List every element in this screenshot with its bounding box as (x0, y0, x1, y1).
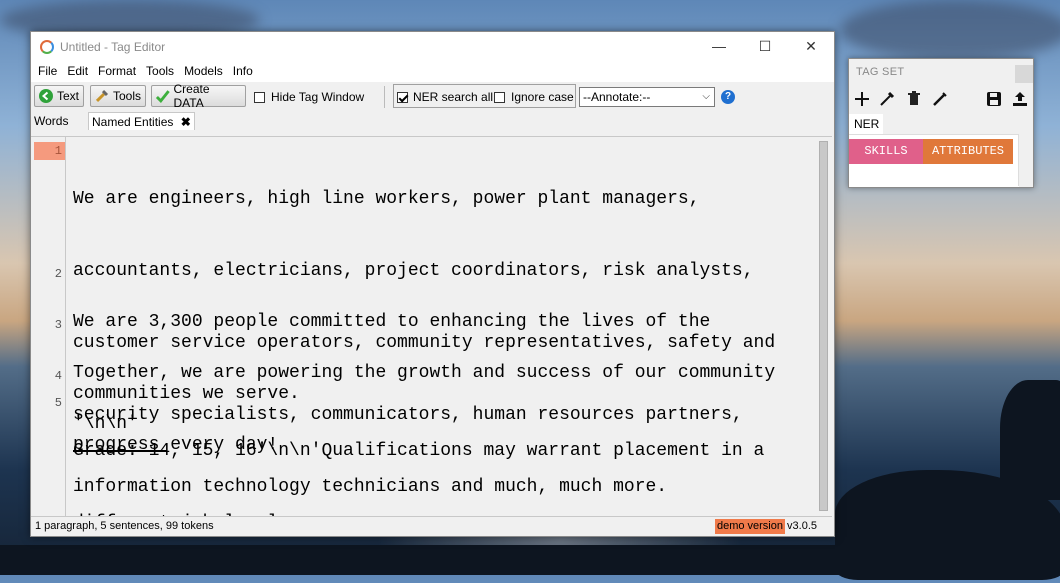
close-button[interactable]: ✕ (788, 32, 834, 60)
menu-format[interactable]: Format (93, 64, 141, 78)
add-icon[interactable] (853, 90, 871, 108)
ignore-case-box[interactable] (494, 91, 505, 103)
tag-skills[interactable]: SKILLS (849, 139, 923, 164)
vertical-scrollbar[interactable] (819, 141, 828, 511)
tools-button[interactable]: Tools (90, 85, 146, 107)
status-summary: 1 paragraph, 5 sentences, 99 tokens (35, 520, 214, 532)
create-data-label: Create DATA (173, 82, 210, 110)
hide-tag-window-box[interactable] (254, 91, 265, 103)
text-line: We are engineers, high line workers, pow… (73, 189, 700, 209)
tag-set-title: TAG SET (856, 66, 905, 78)
tag-attributes[interactable]: ATTRIBUTES (923, 139, 1013, 164)
menu-tools[interactable]: Tools (141, 64, 179, 78)
pencil-icon[interactable] (931, 90, 949, 108)
line-number: 3 (54, 318, 62, 332)
tag-set-toolbar (849, 89, 1033, 111)
line-number: 4 (54, 369, 62, 383)
menu-bar: File Edit Format Tools Models Info (31, 60, 834, 82)
window-title: Untitled - Tag Editor (60, 40, 166, 54)
hide-tag-window-checkbox[interactable]: Hide Tag Window (254, 90, 364, 104)
tag-set-window: TAG SET NER SKILLS ATTRIBUTES (848, 58, 1034, 188)
menu-info[interactable]: Info (228, 64, 258, 78)
tag-set-close-button[interactable] (1015, 65, 1033, 83)
toolbar: Text Tools Create DATA Hide Tag Window N… (31, 82, 834, 112)
ignore-case-checkbox[interactable]: Ignore case (494, 90, 574, 104)
help-icon[interactable]: ? (721, 90, 735, 104)
line-gutter: 1 2 3 4 5 (31, 137, 66, 516)
upload-icon[interactable] (1011, 90, 1029, 108)
checkmark-icon (155, 90, 170, 104)
annotate-select-value: --Annotate:-- (583, 90, 651, 104)
tab-words-label: Words (34, 114, 69, 128)
menu-file[interactable]: File (33, 64, 62, 78)
menu-models[interactable]: Models (179, 64, 228, 78)
annotate-select[interactable]: --Annotate:-- ⌵ (579, 87, 715, 107)
minimize-button[interactable]: — (696, 32, 742, 60)
line-number: 2 (54, 267, 62, 281)
ner-search-all-box[interactable] (397, 91, 408, 103)
ner-search-all-checkbox[interactable]: NER search all (397, 90, 493, 104)
text-button[interactable]: Text (34, 85, 84, 107)
tab-named-entities-label: Named Entities (92, 115, 174, 129)
app-logo-icon (40, 40, 54, 54)
text-line: Grade: 14, 15, 16'\n\n'Qualifications ma… (73, 441, 765, 461)
trash-icon[interactable] (905, 90, 923, 108)
background-cloud (840, 0, 1060, 60)
text-button-label: Text (56, 89, 79, 103)
demo-version-badge: demo version (714, 519, 785, 534)
save-icon[interactable] (985, 90, 1003, 108)
paragraph: Grade: 14, 15, 16'\n\n'Qualifications ma… (73, 391, 764, 583)
eyedropper-icon[interactable] (878, 90, 896, 108)
version-label: v3.0.5 (787, 520, 817, 532)
tab-bar: Words Named Entities ✖ (31, 112, 834, 130)
tools-icon (95, 89, 109, 103)
tag-editor-window: Untitled - Tag Editor — ☐ ✕ File Edit Fo… (30, 31, 835, 537)
line-number: 5 (54, 396, 62, 410)
text-editor[interactable]: 1 2 3 4 5 We are engineers, high line wo… (31, 136, 832, 533)
tab-named-entities[interactable]: Named Entities ✖ (88, 112, 195, 130)
tools-button-label: Tools (112, 89, 141, 103)
background-rock (1000, 380, 1060, 500)
menu-edit[interactable]: Edit (62, 64, 93, 78)
maximize-button[interactable]: ☐ (742, 32, 788, 60)
text-cursor-line (73, 450, 167, 452)
create-data-button[interactable]: Create DATA (151, 82, 246, 110)
title-bar[interactable]: Untitled - Tag Editor — ☐ ✕ (31, 32, 834, 60)
tag-list-scrollbar[interactable] (1018, 134, 1033, 186)
tab-words[interactable]: Words (31, 112, 71, 130)
hide-tag-window-label: Hide Tag Window (271, 90, 365, 104)
ner-search-all-label: NER search all (413, 90, 494, 104)
chevron-down-icon: ⌵ (702, 91, 710, 102)
line-number: 1 (34, 142, 65, 160)
text-line: Together, we are powering the growth and… (73, 363, 776, 383)
toolbar-separator (384, 86, 385, 108)
close-tab-icon[interactable]: ✖ (181, 115, 191, 129)
ignore-case-label: Ignore case (511, 90, 574, 104)
status-bar: 1 paragraph, 5 sentences, 99 tokens demo… (31, 516, 832, 536)
tab-ner[interactable]: NER (849, 114, 883, 134)
arrow-left-circle-icon (38, 89, 53, 103)
tag-list: SKILLS ATTRIBUTES (849, 134, 1019, 187)
